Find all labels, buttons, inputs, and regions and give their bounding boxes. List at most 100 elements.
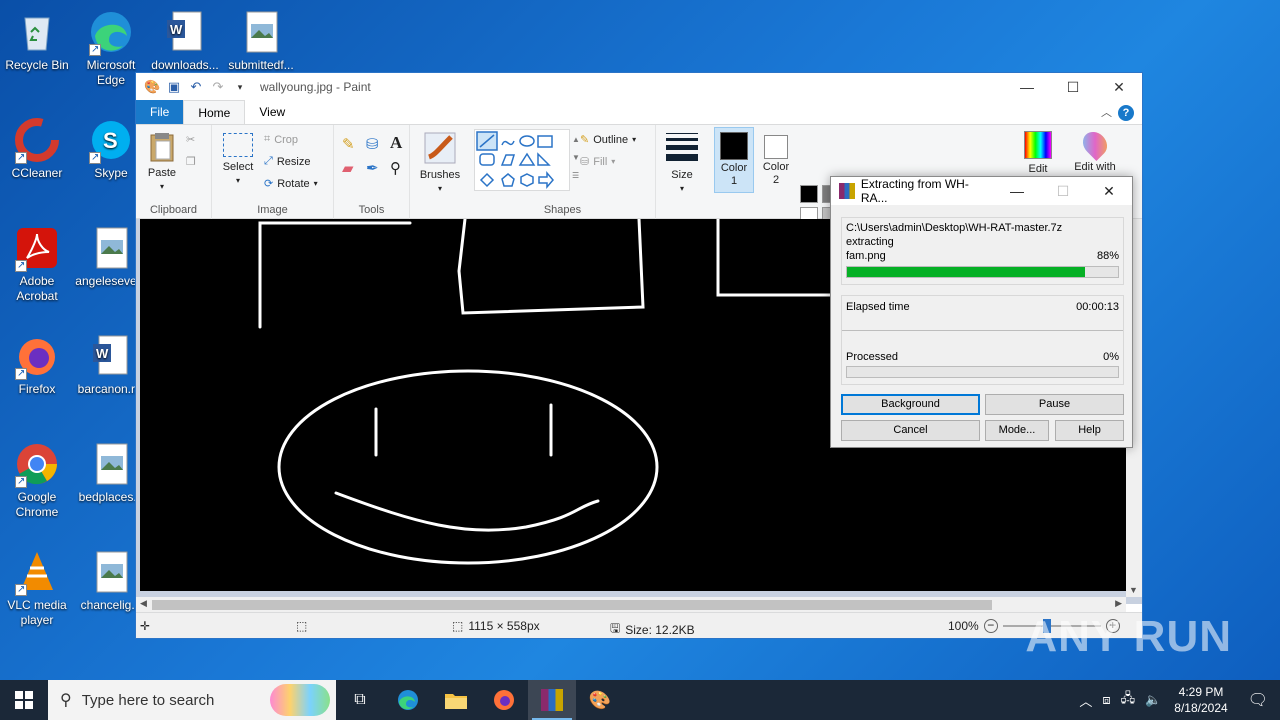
rotate-button[interactable]: ⟳ Rotate ▾	[264, 177, 318, 191]
file-percent: 88%	[1096, 250, 1119, 262]
tab-file[interactable]: File	[136, 100, 184, 124]
network-icon[interactable]: 🖧	[1116, 689, 1141, 711]
color-picker-icon[interactable]: ✒	[366, 159, 379, 177]
image-size-icon: ⬚	[452, 619, 464, 633]
pause-button[interactable]: Pause	[985, 394, 1124, 415]
desktop-icon-downloads[interactable]: W downloads...	[148, 8, 222, 73]
color1-button[interactable]: Color 1	[714, 127, 754, 193]
dialog-title: Extracting from WH-RA...	[860, 177, 969, 205]
taskbar-paint[interactable]: 🎨	[576, 680, 624, 720]
desktop-icon-label: CCleaner	[11, 166, 63, 180]
tab-home[interactable]: Home	[183, 100, 246, 124]
collapse-ribbon-icon[interactable]: ︿	[1101, 104, 1112, 120]
desktop-icon-label: Firefox	[18, 382, 56, 396]
desktop-icon-recycle-bin[interactable]: Recycle Bin	[0, 8, 74, 73]
fill-bucket-icon[interactable]: ⛁	[366, 135, 379, 153]
cancel-button[interactable]: Cancel	[841, 420, 980, 441]
volume-icon[interactable]: 🔈	[1140, 692, 1166, 708]
shapes-gallery[interactable]	[474, 129, 570, 191]
start-button[interactable]	[0, 680, 48, 720]
size-button[interactable]: Size ▾	[662, 133, 702, 195]
clock[interactable]: 4:29 PM 8/18/2024	[1166, 684, 1235, 716]
clipboard-group-label: Clipboard	[149, 204, 198, 216]
color2-button[interactable]: Color 2	[758, 127, 794, 193]
dialog-minimize-button[interactable]: —	[994, 183, 1040, 200]
desktop-icon-label: Recycle Bin	[5, 58, 69, 72]
palette-color-swatch[interactable]	[800, 185, 818, 203]
desktop-icon-vlc[interactable]: VLC media player	[0, 548, 74, 628]
shapes-group: ▲ ▼ ☰ ✎ Outline ▾ ⛁ Fill ▾ Shapes	[470, 125, 656, 219]
taskbar-firefox[interactable]	[480, 680, 528, 720]
desktop-icon-ccleaner[interactable]: CCleaner	[0, 116, 74, 181]
cut-icon[interactable]: ✂	[186, 133, 195, 146]
tray-overflow-icon[interactable]: ︿	[1074, 691, 1097, 710]
desktop-icon-submitted[interactable]: submittedf...	[224, 8, 298, 73]
paint-titlebar[interactable]: 🎨 ▣ ↶ ↷ ▾ wallyoung.jpg - Paint — ☐ ✕	[136, 73, 1142, 101]
outline-button[interactable]: ✎ Outline ▾	[580, 133, 636, 147]
desktop-icon-chrome[interactable]: Google Chrome	[0, 440, 74, 520]
desktop-icon-label: VLC media player	[7, 598, 67, 627]
dialog-titlebar[interactable]: Extracting from WH-RA... — ☐ ✕	[831, 177, 1132, 205]
desktop-icon-firefox[interactable]: Firefox	[0, 332, 74, 397]
mode-button[interactable]: Mode...	[985, 420, 1049, 441]
undo-icon[interactable]: ↶	[188, 79, 204, 95]
outline-icon: ✎	[580, 134, 590, 146]
edit-colors-button[interactable]: Edit	[1020, 131, 1056, 176]
desktop-icon-acrobat[interactable]: Adobe Acrobat	[0, 224, 74, 304]
text-icon[interactable]: A	[390, 133, 402, 153]
resize-button[interactable]: ⤢ Resize	[264, 155, 310, 168]
maximize-button[interactable]: ☐	[1050, 73, 1096, 101]
fill-button[interactable]: ⛁ Fill ▾	[580, 155, 615, 169]
shapes-scroll-icon[interactable]: ▲ ▼ ☰	[572, 131, 580, 185]
dialog-close-button[interactable]: ✕	[1086, 183, 1132, 200]
zoom-out-icon[interactable]: −	[983, 619, 998, 633]
clock-time: 4:29 PM	[1178, 685, 1224, 699]
taskbar-search[interactable]: ⚲ Type here to search	[48, 680, 336, 720]
paste-label: Paste	[147, 167, 177, 179]
file-size: Size: 12.2KB	[625, 622, 695, 637]
color2-swatch	[764, 135, 788, 159]
eraser-icon[interactable]: ▰	[342, 159, 354, 177]
crop-button[interactable]: ⌗ Crop	[264, 133, 298, 146]
minimize-button[interactable]: —	[1004, 73, 1050, 101]
background-button[interactable]: Background	[841, 394, 980, 415]
help-button[interactable]: Help	[1055, 420, 1124, 441]
tray-device-icon[interactable]: ⧈	[1097, 692, 1115, 708]
brushes-button[interactable]: Brushes ▾	[416, 131, 464, 195]
pencil-icon[interactable]: ✎	[342, 135, 355, 153]
image-file-icon	[237, 8, 285, 56]
taskbar-edge[interactable]	[384, 680, 432, 720]
resize-icon: ⤢	[264, 155, 273, 167]
taskbar-file-explorer[interactable]	[432, 680, 480, 720]
customize-qat-icon[interactable]: ▾	[232, 79, 248, 95]
task-view-button[interactable]: ⧉	[336, 680, 384, 720]
rotate-icon: ⟳	[264, 178, 274, 190]
taskbar-winrar[interactable]	[528, 680, 576, 720]
tools-group: ✎ ⛁ A ▰ ✒ ⚲ Tools	[334, 125, 410, 219]
redo-icon[interactable]: ↷	[210, 79, 226, 95]
magnifier-icon[interactable]: ⚲	[390, 159, 401, 177]
word-doc-icon: W	[161, 8, 209, 56]
chrome-icon	[13, 440, 61, 489]
close-button[interactable]: ✕	[1096, 73, 1142, 101]
select-button[interactable]: Select ▾	[220, 133, 256, 187]
save-icon[interactable]: ▣	[166, 79, 182, 95]
horizontal-scrollbar[interactable]: ◀ ▶	[136, 597, 1126, 613]
color1-label: Color 1	[720, 162, 748, 187]
folder-icon	[445, 694, 467, 709]
acrobat-icon	[13, 224, 61, 273]
tools-group-label: Tools	[358, 204, 385, 216]
image-file-icon	[87, 224, 135, 272]
edit-with-paint3d-button[interactable]: Edit with	[1068, 127, 1122, 174]
clock-date: 8/18/2024	[1174, 701, 1228, 715]
scrollbar-thumb[interactable]	[152, 600, 992, 610]
tab-view[interactable]: View	[245, 100, 299, 124]
outline-label: Outline	[593, 133, 629, 146]
copy-icon[interactable]: ❐	[186, 155, 196, 168]
rotate-label: Rotate	[277, 177, 310, 190]
notification-icon[interactable]: 🗨	[1236, 690, 1280, 710]
paste-button[interactable]: Paste ▾	[144, 131, 180, 193]
brush-icon	[424, 132, 456, 164]
help-icon[interactable]: ?	[1118, 105, 1134, 121]
quick-access-toolbar: 🎨 ▣ ↶ ↷ ▾	[144, 79, 248, 95]
